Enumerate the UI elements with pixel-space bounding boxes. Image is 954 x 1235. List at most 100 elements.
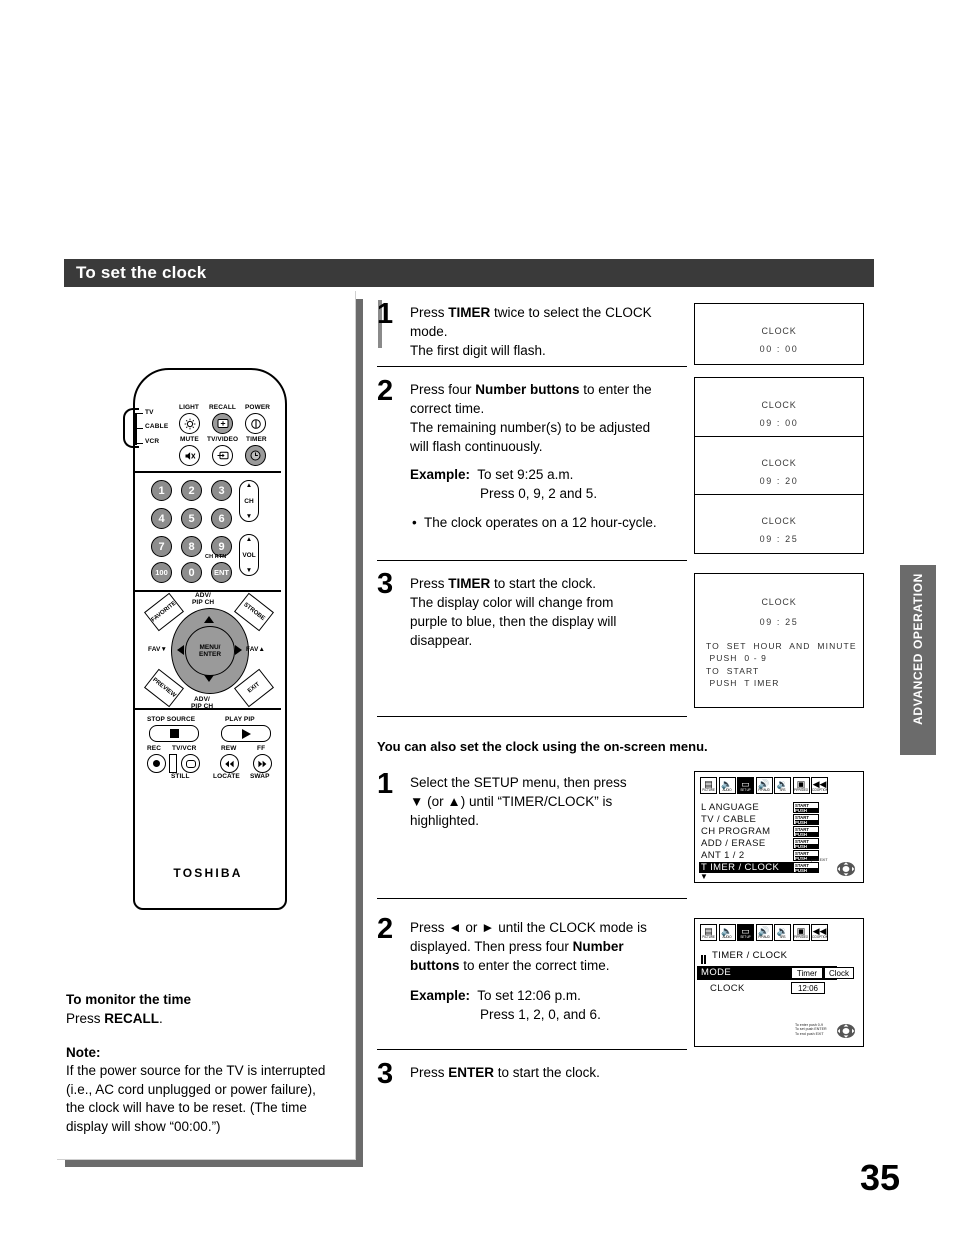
remote-divider-1: [135, 471, 281, 473]
menu-icon-picture[interactable]: ▤ PICTURE: [700, 777, 717, 794]
light-button[interactable]: [179, 413, 200, 434]
step-1-l1-bold: TIMER: [448, 305, 491, 320]
ch-down-icon[interactable]: ▼: [246, 513, 252, 520]
recall-keyword: RECALL: [104, 1011, 160, 1026]
os-step-2-arrows: ◄ or ►: [448, 920, 495, 935]
number-button-7[interactable]: 7: [151, 536, 172, 557]
menu-icon-pip-audio-caption: PIP/AUD: [758, 788, 770, 793]
mode-label-tv: TV: [145, 409, 154, 416]
setup-row-tv-cable[interactable]: TV / CABLE: [701, 814, 789, 825]
nav-left-icon[interactable]: [177, 645, 184, 655]
recall-button[interactable]: [212, 413, 233, 434]
setup-action-ch-program[interactable]: START PUSH: [793, 826, 819, 837]
clock-row-value[interactable]: 12:06: [791, 982, 825, 994]
mode-row-label[interactable]: MODE: [701, 967, 731, 978]
clock-display-1: CLOCK 00 : 00: [694, 303, 864, 365]
left-panel-shadow-bottom: [65, 1159, 363, 1167]
setup-row-ant[interactable]: ANT 1 / 2: [701, 850, 789, 861]
rewind-button[interactable]: [220, 754, 239, 773]
number-button-8[interactable]: 8: [181, 536, 202, 557]
step-2-example-label: Example:: [410, 467, 471, 482]
number-button-0[interactable]: 0: [181, 562, 202, 583]
clock-row-label[interactable]: CLOCK: [710, 983, 745, 994]
onscreen-step-3-number: 3: [377, 1058, 394, 1090]
number-button-100[interactable]: 100: [151, 562, 172, 583]
bullet-dot: •: [412, 515, 417, 530]
timer-clock-title-marker: [701, 951, 707, 964]
nav-up-icon[interactable]: [204, 616, 214, 623]
setup-row-ch-program[interactable]: CH PROGRAM: [701, 826, 791, 837]
nav-right-icon[interactable]: [235, 645, 242, 655]
number-button-2[interactable]: 2: [181, 480, 202, 501]
clock-detail-title: CLOCK: [761, 597, 797, 607]
os-step-2-l3-bold: buttons: [410, 958, 460, 974]
tc-menu-icon-caption[interactable]: ◀◀ CC/OPTION: [811, 924, 828, 941]
number-button-5[interactable]: 5: [181, 508, 202, 529]
record-button[interactable]: [147, 754, 166, 773]
step-1-line-3: The first digit will flash.: [410, 343, 546, 359]
tc-menu-icon-srs[interactable]: 🔉 SRS: [774, 924, 791, 941]
number-button-6[interactable]: 6: [211, 508, 232, 529]
menu-icon-caption[interactable]: ◀◀ CC/OPTION: [811, 777, 828, 794]
note-body: If the power source for the TV is interr…: [66, 1063, 326, 1134]
menu-icon-pip-video[interactable]: ▣ PIP/VIDEO: [792, 777, 810, 794]
play-button[interactable]: [221, 725, 271, 742]
left-panel-shadow-right: [355, 299, 363, 1167]
menu-icon-pip-audio[interactable]: 🔊 PIP/AUD: [755, 777, 773, 794]
step-3-line-3: purple to blue, then the display will: [410, 614, 617, 630]
tc-menu-icon-srs-caption: SRS: [779, 935, 786, 940]
mute-button[interactable]: [179, 445, 200, 466]
number-button-1[interactable]: 1: [151, 480, 172, 501]
power-icon: [250, 418, 261, 429]
nav-down-icon[interactable]: [204, 675, 214, 682]
mute-icon: [185, 451, 195, 460]
stop-button[interactable]: [149, 725, 199, 742]
still-bar-button[interactable]: [169, 754, 177, 773]
enter-button[interactable]: ENT: [211, 562, 232, 583]
tv-vcr-button[interactable]: [181, 754, 200, 773]
chapter-tab-label: ADVANCED OPERATION: [911, 573, 925, 725]
number-button-4[interactable]: 4: [151, 508, 172, 529]
tc-menu-icon-audio[interactable]: 🔈 AUDIO: [718, 924, 736, 941]
setup-action-timer-clock[interactable]: START PUSH: [793, 862, 819, 873]
number-button-3[interactable]: 3: [211, 480, 232, 501]
vol-down-icon[interactable]: ▼: [246, 567, 252, 574]
tc-menu-icon-pip-video[interactable]: ▣ PIP/VIDEO: [792, 924, 810, 941]
timer-button[interactable]: [245, 445, 266, 466]
power-button[interactable]: [245, 413, 266, 434]
step-2-line-2: correct time.: [410, 401, 485, 417]
step-3-l1-post: to start the clock.: [490, 576, 597, 591]
setup-action-ch-program-push: PUSH: [795, 832, 818, 836]
label-fav-up: FAV▲: [246, 646, 265, 653]
setup-row-timer-clock[interactable]: T IMER / CLOCK: [699, 862, 795, 873]
vol-up-icon[interactable]: ▲: [246, 536, 252, 543]
menu-icon-audio[interactable]: 🔈 AUDIO: [718, 777, 736, 794]
tv-video-icon: [217, 451, 228, 460]
remote-control-illustration: TV CABLE VCR LIGHT RECALL POWER MUTE TV/…: [123, 368, 287, 910]
channel-rocker[interactable]: ▲ CH ▼: [239, 480, 259, 522]
menu-icon-srs[interactable]: 🔉 SRS: [774, 777, 791, 794]
setup-action-add-erase[interactable]: START PUSH: [793, 838, 819, 849]
tc-menu-icon-setup[interactable]: ▭ SET UP: [737, 924, 754, 941]
clock-display-detail: CLOCK 09 : 25 TO SET HOUR AND MINUTE PUS…: [694, 573, 864, 708]
setup-row-language[interactable]: L ANGUAGE: [701, 802, 789, 813]
setup-action-language[interactable]: START PUSH: [793, 802, 819, 813]
tc-menu-icon-picture[interactable]: ▤ PICTURE: [700, 924, 717, 941]
volume-rocker[interactable]: ▲ VOL ▼: [239, 534, 259, 576]
mode-option-timer[interactable]: Timer: [791, 967, 823, 979]
section-header: To set the clock: [64, 259, 874, 287]
ch-up-icon[interactable]: ▲: [246, 482, 252, 489]
label-power: POWER: [245, 404, 271, 411]
fast-forward-button[interactable]: [253, 754, 272, 773]
setup-row-add-erase[interactable]: ADD / ERASE: [701, 838, 789, 849]
setup-scroll-down-caret[interactable]: ▼: [700, 873, 708, 881]
step-1-divider: [377, 366, 687, 368]
setup-action-tv-cable[interactable]: START PUSH: [793, 814, 819, 825]
menu-enter-button[interactable]: MENU/ ENTER: [185, 626, 235, 676]
clock-display-4-title: CLOCK: [761, 516, 797, 526]
mode-option-clock[interactable]: Clock: [824, 967, 854, 979]
clock-detail-instructions: TO SET HOUR AND MINUTE PUSH 0 - 9 TO STA…: [706, 641, 857, 688]
tv-video-button[interactable]: [212, 445, 233, 466]
menu-icon-setup[interactable]: ▭ SET UP: [737, 777, 754, 794]
tc-menu-icon-pip-audio[interactable]: 🔊 PIP/AUD: [755, 924, 773, 941]
